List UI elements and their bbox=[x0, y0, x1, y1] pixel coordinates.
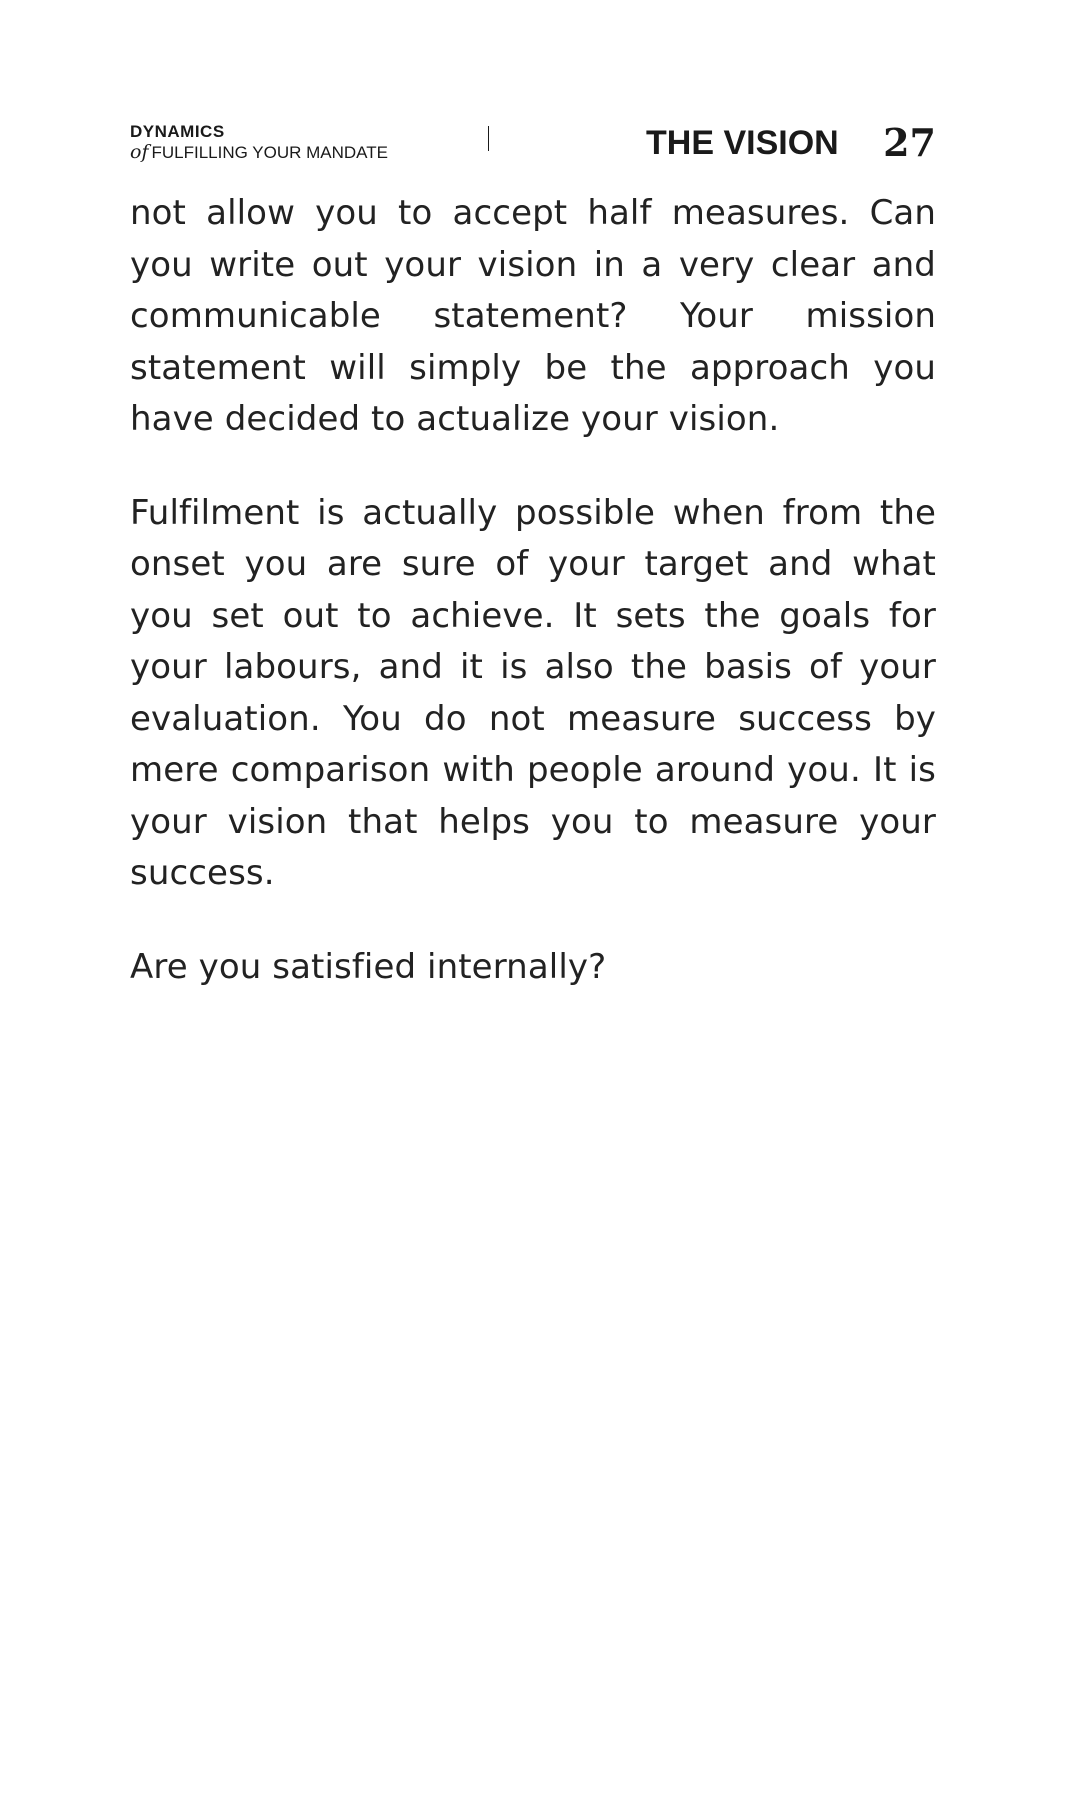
running-header: DYNAMICS of FULFILLING YOUR MANDATE THE V… bbox=[130, 120, 936, 172]
book-title-of: of bbox=[130, 141, 149, 163]
page-number: 27 bbox=[883, 120, 936, 165]
paragraph-3: Are you satisfied internally? bbox=[130, 946, 607, 987]
book-page: DYNAMICS of FULFILLING YOUR MANDATE THE V… bbox=[0, 0, 1067, 1800]
chapter-title: THE VISION bbox=[646, 124, 839, 162]
paragraph-2: Fulfilment is actually possible when fro… bbox=[130, 492, 936, 894]
book-title-line1: DYNAMICS bbox=[130, 122, 225, 141]
book-title-line2: of FULFILLING YOUR MANDATE bbox=[130, 143, 460, 162]
book-title: DYNAMICS of FULFILLING YOUR MANDATE bbox=[130, 123, 460, 162]
paragraph-1: not allow you to accept half measures. C… bbox=[130, 193, 936, 439]
book-title-subtitle: FULFILLING YOUR MANDATE bbox=[151, 143, 388, 162]
header-divider bbox=[488, 126, 489, 151]
body-text: not allow you to accept half measures. C… bbox=[130, 188, 936, 1035]
